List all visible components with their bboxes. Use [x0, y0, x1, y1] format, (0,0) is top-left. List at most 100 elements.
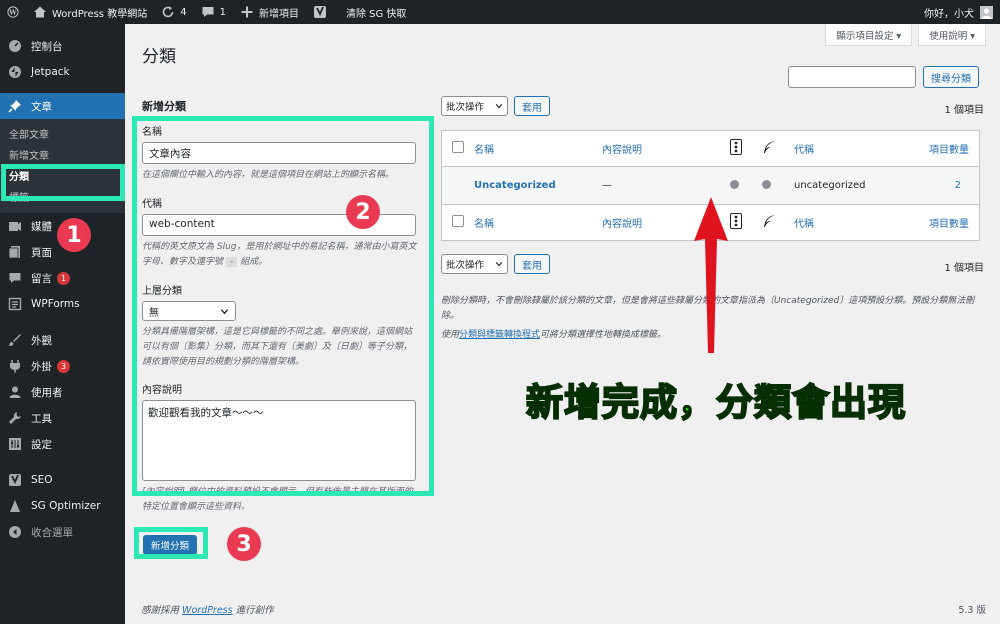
menu-settings[interactable]: 設定: [0, 431, 125, 457]
comments-badge: 1: [57, 271, 70, 285]
column-footer-count[interactable]: 項目數量: [899, 204, 980, 241]
footer-suffix: 進行創作: [235, 605, 274, 616]
comment-bubble-icon: [202, 7, 214, 17]
row-name-link[interactable]: Uncategorized: [469, 166, 597, 205]
completion-caption: 新增完成，分類會出現: [525, 380, 906, 425]
status-dot: [762, 179, 771, 189]
search-categories-button[interactable]: 搜尋分類: [923, 66, 979, 88]
menu-collapse[interactable]: 收合選單: [0, 519, 125, 545]
home-icon: [34, 6, 46, 18]
chevron-down-icon: [495, 262, 503, 267]
paintbrush-icon: [8, 333, 22, 347]
search-box: 搜尋分類: [788, 66, 979, 88]
admin-sidebar: 控制台 Jetpack 文章 全部文章 新增文章 分類 標籤 媒體 頁面 留言 …: [0, 24, 125, 624]
submenu-new-post[interactable]: 新增文章: [0, 144, 125, 165]
menu-seo[interactable]: SEO: [0, 467, 125, 493]
select-all-checkbox[interactable]: [452, 141, 464, 153]
refresh-icon: [162, 6, 174, 18]
updates-link[interactable]: 4: [154, 0, 193, 24]
wordpress-link[interactable]: WordPress: [182, 605, 233, 616]
step-3-circle: 3: [227, 527, 261, 561]
search-input[interactable]: [788, 66, 916, 88]
menu-label: SG Optimizer: [31, 500, 101, 512]
comments-status-dot: [730, 179, 739, 189]
feather-column-icon: [764, 215, 775, 227]
wpforms-icon: [8, 297, 22, 311]
column-footer-slug[interactable]: 代稱: [789, 204, 899, 241]
greeting: 你好，小犬: [924, 8, 974, 20]
new-item-link[interactable]: 新增項目: [233, 0, 306, 24]
highlight-categories-menu: [1, 164, 125, 201]
convert-suffix: 可將分類選擇性地轉換成標籤。: [540, 330, 667, 340]
avatar: [980, 5, 993, 19]
column-footer-name[interactable]: 名稱: [469, 204, 597, 241]
comments-count: 1: [219, 6, 226, 18]
menu-appearance[interactable]: 外觀: [0, 327, 125, 353]
sg-cache-link[interactable]: 清除 SG 快取: [339, 0, 413, 24]
apply-button[interactable]: 套用: [514, 96, 550, 116]
wrench-icon: [8, 411, 22, 425]
chevron-down-icon: [495, 104, 503, 109]
column-header-slug[interactable]: 代稱: [789, 130, 899, 167]
red-arrow-up-icon: [694, 197, 728, 353]
site-name-link[interactable]: WordPress 教學網站: [26, 0, 154, 24]
menu-dashboard[interactable]: 控制台: [0, 33, 125, 59]
menu-users[interactable]: 使用者: [0, 379, 125, 405]
menu-label: Jetpack: [31, 66, 70, 78]
row-count-link[interactable]: 2: [899, 166, 980, 205]
menu-label: 外掛: [31, 360, 52, 373]
menu-sg-optimizer[interactable]: SG Optimizer: [0, 493, 125, 519]
page-title: 分類: [142, 47, 176, 67]
row-slug: uncategorized: [789, 166, 899, 205]
apply-button-bottom[interactable]: 套用: [514, 254, 550, 274]
screen-options-button[interactable]: 顯示項目設定 ▾: [825, 24, 913, 46]
step-2-circle: 2: [346, 195, 380, 229]
footer-prefix: 感謝採用: [141, 605, 180, 616]
menu-wpforms[interactable]: WPForms: [0, 291, 125, 317]
page-icon: [8, 245, 22, 259]
bulk-action-value: 批次操作: [446, 102, 485, 113]
plus-icon: [241, 6, 253, 18]
bulk-action-value: 批次操作: [446, 260, 485, 271]
plugins-badge: 3: [57, 359, 70, 373]
comment-icon: [8, 271, 22, 285]
menu-label: 收合選單: [31, 526, 73, 539]
wordpress-logo-icon[interactable]: W: [0, 0, 26, 24]
jetpack-icon: [8, 65, 22, 79]
column-header-description[interactable]: 內容說明: [597, 130, 725, 167]
menu-tools[interactable]: 工具: [0, 405, 125, 431]
media-icon: [8, 219, 22, 233]
account-menu[interactable]: 你好，小犬: [917, 0, 1000, 24]
menu-posts[interactable]: 文章: [0, 93, 125, 119]
item-count-bottom: 1 個項目: [944, 263, 984, 274]
bulk-actions-bottom: 批次操作 套用: [441, 254, 550, 274]
submenu-all-posts[interactable]: 全部文章: [0, 123, 125, 144]
converter-link[interactable]: 分類與標籤轉換程式: [459, 330, 540, 340]
yoast-icon: [8, 473, 22, 487]
menu-label: 文章: [31, 100, 52, 113]
column-header-count[interactable]: 項目數量: [899, 130, 980, 167]
form-heading: 新增分類: [142, 100, 186, 113]
sg-cache-label: 清除 SG 快取: [345, 8, 407, 20]
menu-label: 留言: [31, 272, 52, 285]
menu-comments[interactable]: 留言 1: [0, 265, 125, 291]
footer-thanks: 感謝採用 WordPress 進行創作: [141, 602, 274, 616]
menu-plugins[interactable]: 外掛 3: [0, 353, 125, 379]
select-all-checkbox-bottom[interactable]: [452, 215, 464, 227]
bulk-action-select[interactable]: 批次操作: [441, 96, 508, 116]
help-button[interactable]: 使用說明 ▾: [918, 24, 986, 46]
yoast-seo-link[interactable]: [306, 0, 339, 24]
menu-label: 工具: [31, 412, 52, 425]
menu-jetpack[interactable]: Jetpack: [0, 59, 125, 85]
item-count-top: 1 個項目: [944, 105, 984, 116]
feather-column-icon: [764, 141, 775, 153]
table-header-row: 名稱 內容說明 代稱 項目數量: [441, 130, 980, 167]
column-header-name[interactable]: 名稱: [469, 130, 597, 167]
sg-optimizer-icon: [8, 499, 22, 513]
bulk-action-select-bottom[interactable]: 批次操作: [441, 254, 508, 274]
comments-column-icon: [730, 139, 742, 155]
menu-label: 媒體: [31, 220, 52, 233]
menu-label: WPForms: [31, 298, 80, 310]
comments-link[interactable]: 1: [194, 0, 233, 24]
convert-prefix: 使用: [441, 330, 460, 340]
